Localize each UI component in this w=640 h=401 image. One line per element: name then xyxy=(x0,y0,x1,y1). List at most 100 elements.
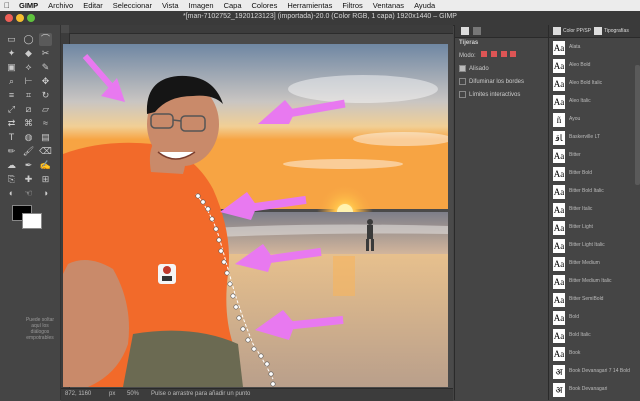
menu-capa[interactable]: Capa xyxy=(219,1,247,10)
palette-tab-icon[interactable] xyxy=(553,27,561,35)
image-canvas[interactable] xyxy=(63,44,448,387)
font-list-item[interactable]: अ Book Devanagari xyxy=(553,382,637,398)
font-name: Bitter Bold xyxy=(569,170,593,176)
ellipse-select-icon[interactable]: ◯ xyxy=(22,33,35,46)
checkbox-checked-icon[interactable] xyxy=(459,65,466,72)
font-list-item[interactable]: Aa Bitter SemiBold xyxy=(553,292,637,308)
zoom-select[interactable]: 50% xyxy=(127,391,139,397)
checkbox-icon[interactable] xyxy=(459,78,466,85)
rotate-icon[interactable]: ↻ xyxy=(39,89,52,102)
font-list-item[interactable]: Aa Aleo Bold Italic xyxy=(553,76,637,92)
option-feather[interactable]: Difuminar los bordes xyxy=(459,78,524,85)
heal-icon[interactable]: ✚ xyxy=(22,173,35,186)
rect-select-icon[interactable]: ▭ xyxy=(5,33,18,46)
option-label: Difuminar los bordes xyxy=(469,79,525,86)
font-list-item[interactable]: Aa Book xyxy=(553,346,637,362)
font-list-item[interactable]: Aa Bold Italic xyxy=(553,328,637,344)
foreground-select-icon[interactable]: ▣ xyxy=(5,61,18,74)
gradient-icon[interactable]: ▤ xyxy=(39,131,52,144)
font-list-item[interactable]: Aa Bitter Medium xyxy=(553,256,637,272)
scissors-select-icon[interactable]: ✂ xyxy=(39,47,52,60)
font-name: Baskerville LT xyxy=(569,134,601,140)
font-name: Aleo Italic xyxy=(569,98,591,104)
font-list-item[interactable]: ñ Ayou xyxy=(553,112,637,128)
horizontal-ruler[interactable] xyxy=(69,25,453,34)
tab-fonts[interactable]: Tipografías xyxy=(604,28,629,34)
font-list-item[interactable]: Aa Bitter Light xyxy=(553,220,637,236)
airbrush-icon[interactable]: ☁ xyxy=(5,159,18,172)
apple-icon[interactable]:  xyxy=(0,1,14,10)
bucket-fill-icon[interactable]: ◍ xyxy=(22,131,35,144)
cage-icon[interactable]: ⌘ xyxy=(22,117,35,130)
zoom-icon[interactable]: ⌕ xyxy=(5,75,18,88)
font-list-item[interactable]: Aa Alata xyxy=(553,40,637,56)
font-list-item[interactable]: Aa Aleo Bold xyxy=(553,58,637,74)
fonts-tab-icon[interactable] xyxy=(594,27,602,35)
font-list-scrollbar[interactable] xyxy=(635,65,640,185)
font-name: Bitter Italic xyxy=(569,206,593,212)
font-list-item[interactable]: Aa Bitter Italic xyxy=(553,202,637,218)
menu-seleccionar[interactable]: Seleccionar xyxy=(108,1,157,10)
font-list-item[interactable]: Aa Bitter Bold Italic xyxy=(553,184,637,200)
menu-archivo[interactable]: Archivo xyxy=(43,1,78,10)
canvas-area[interactable] xyxy=(61,25,453,388)
fuzzy-select-icon[interactable]: ✦ xyxy=(5,47,18,60)
font-list-item[interactable]: Aa Bitter Medium Italic xyxy=(553,274,637,290)
clone-icon[interactable]: ⎘ xyxy=(5,173,18,186)
checkbox-icon[interactable] xyxy=(459,91,466,98)
pencil-icon[interactable]: ✏ xyxy=(5,145,18,158)
unit-select[interactable]: px xyxy=(109,391,115,397)
menu-colores[interactable]: Colores xyxy=(247,1,283,10)
scale-icon[interactable]: ⤢ xyxy=(5,103,18,116)
mode-add-icon[interactable] xyxy=(491,51,498,57)
font-list-item[interactable]: Aa Bold xyxy=(553,310,637,326)
flip-icon[interactable]: ⇄ xyxy=(5,117,18,130)
font-list-item[interactable]: ﺎﻗ Baskerville LT xyxy=(553,130,637,146)
menu-ayuda[interactable]: Ayuda xyxy=(409,1,440,10)
font-list-item[interactable]: Aa Aleo Italic xyxy=(553,94,637,110)
text-icon[interactable]: T xyxy=(5,131,18,144)
menu-vista[interactable]: Vista xyxy=(157,1,184,10)
tool-options-tab-icon[interactable] xyxy=(461,27,469,35)
option-antialias[interactable]: Alisado xyxy=(459,65,489,72)
mode-replace-icon[interactable] xyxy=(481,51,488,57)
menu-herramientas[interactable]: Herramientas xyxy=(282,1,337,10)
perspective-icon[interactable]: ▱ xyxy=(39,103,52,116)
mode-intersect-icon[interactable] xyxy=(510,51,517,57)
menu-app[interactable]: GIMP xyxy=(14,1,43,10)
font-list-item[interactable]: अ Book Devanagari 7 14 Bold xyxy=(553,364,637,380)
color-picker-icon[interactable]: ✎ xyxy=(39,61,52,74)
crop-icon[interactable]: ⌗ xyxy=(22,89,35,102)
mode-subtract-icon[interactable] xyxy=(500,51,507,57)
menu-editar[interactable]: Editar xyxy=(78,1,108,10)
blur-icon[interactable]: ◐ xyxy=(5,187,18,200)
color-select-icon[interactable]: ◆ xyxy=(22,47,35,60)
shear-icon[interactable]: ⧄ xyxy=(22,103,35,116)
font-name: Aleo Bold xyxy=(569,62,591,68)
paths-icon[interactable]: ⟡ xyxy=(22,61,35,74)
font-list-item[interactable]: Aa Bitter Bold xyxy=(553,166,637,182)
option-interactive[interactable]: Límites interactivos xyxy=(459,91,520,98)
perspective-clone-icon[interactable]: ⊞ xyxy=(39,173,52,186)
smudge-icon[interactable]: ☜ xyxy=(22,187,35,200)
device-status-tab-icon[interactable] xyxy=(473,27,481,35)
font-list-item[interactable]: Aa Bitter xyxy=(553,148,637,164)
eraser-icon[interactable]: ⌫ xyxy=(39,145,52,158)
free-select-icon[interactable]: ⌒ xyxy=(39,33,52,46)
tab-color[interactable]: Color PP/SP xyxy=(563,28,591,34)
menu-ventanas[interactable]: Ventanas xyxy=(368,1,409,10)
paintbrush-icon[interactable]: 🖌 xyxy=(22,145,35,158)
menu-filtros[interactable]: Filtros xyxy=(337,1,367,10)
align-icon[interactable]: ≡ xyxy=(5,89,18,102)
ink-icon[interactable]: ✒ xyxy=(22,159,35,172)
menu-imagen[interactable]: Imagen xyxy=(184,1,219,10)
warp-icon[interactable]: ≈ xyxy=(39,117,52,130)
background-color-swatch[interactable] xyxy=(22,213,42,229)
move-icon[interactable]: ✥ xyxy=(39,75,52,88)
mypaint-icon[interactable]: ✍ xyxy=(39,159,52,172)
measure-icon[interactable]: ⊢ xyxy=(22,75,35,88)
font-list-item[interactable]: Aa Bitter Light Italic xyxy=(553,238,637,254)
mode-row: Modo: xyxy=(459,51,517,59)
dodge-icon[interactable]: ◑ xyxy=(39,187,52,200)
font-preview: Aa xyxy=(553,257,565,271)
